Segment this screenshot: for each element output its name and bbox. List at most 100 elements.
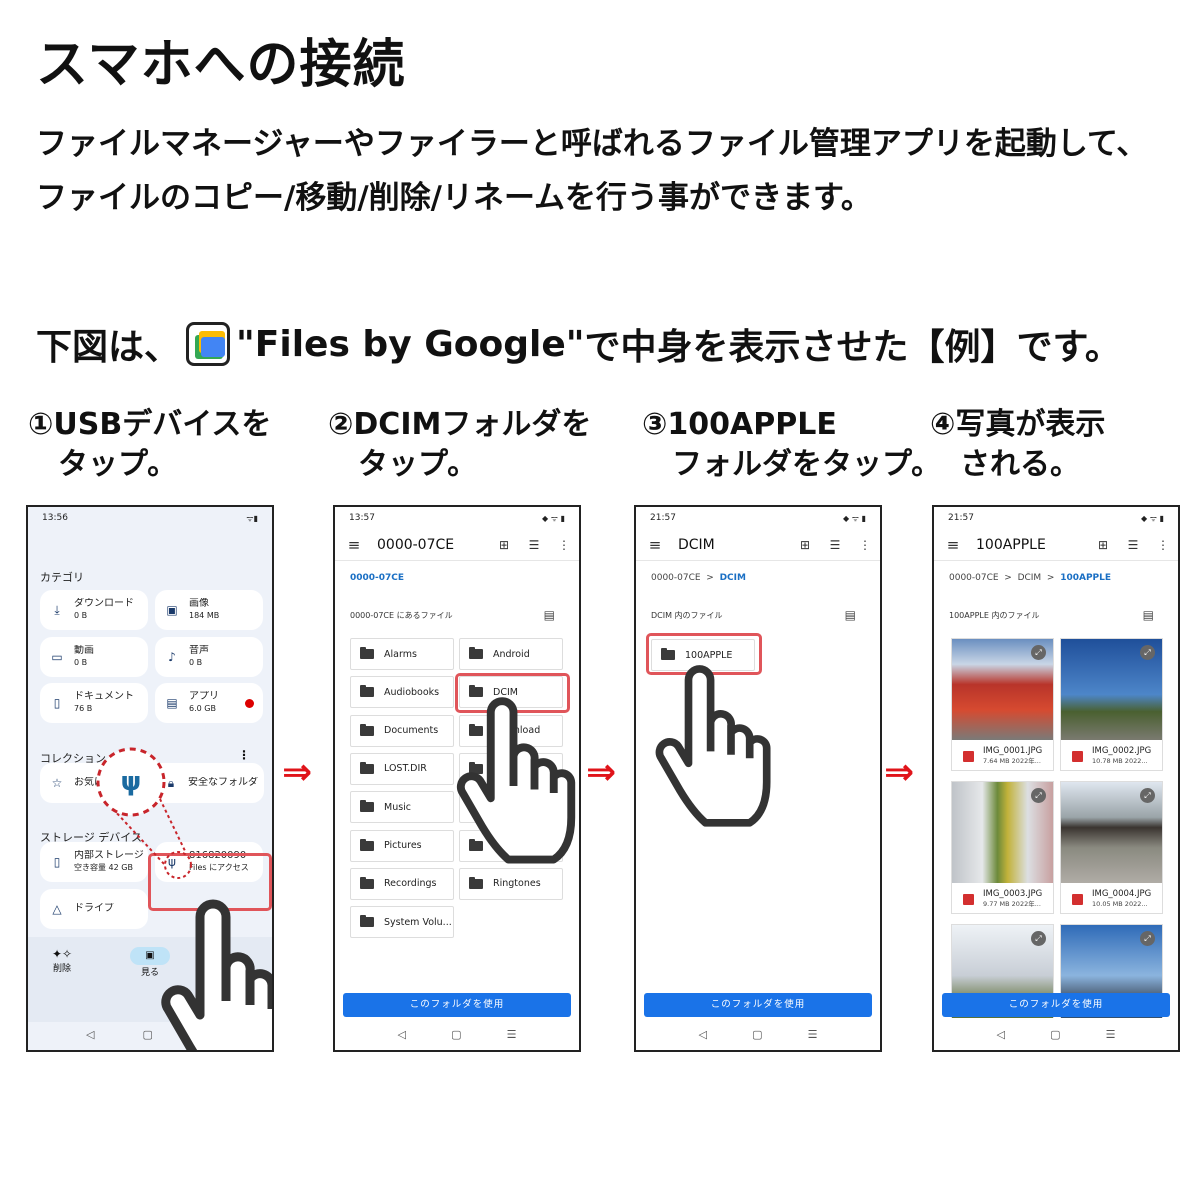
pointing-hand-icon [161, 899, 272, 1050]
phone-screen-4: 21:57 ◆ ᯤ ▮ ≡ 100APPLE ⊞ ☰ ⋮ 0000-07CE >… [932, 505, 1180, 1052]
folder-name: Ringtones [493, 878, 541, 890]
photo-item[interactable]: ⤢ IMG_0001.JPG 7.64 MB 2022年... [951, 638, 1054, 771]
photo-meta: 9.77 MB 2022年... [983, 900, 1041, 908]
folder-item[interactable]: Pictures [350, 829, 454, 862]
status-icons: ◆ ᯤ ▮ [843, 514, 866, 523]
back-button[interactable]: ◁ [699, 1028, 707, 1041]
breadcrumb-item[interactable]: 0000-07CE [350, 573, 404, 583]
expand-icon[interactable]: ⤢ [1140, 788, 1155, 803]
recents-button[interactable]: ☰ [1106, 1028, 1116, 1041]
menu-icon[interactable]: ≡ [934, 536, 972, 554]
folder-name: Documents [384, 725, 439, 737]
home-button[interactable]: ▢ [1050, 1028, 1060, 1041]
recents-button[interactable]: ☰ [808, 1028, 818, 1041]
breadcrumb: 0000-07CE [350, 573, 404, 583]
folder-item[interactable]: Recordings [350, 867, 454, 900]
sort-icon[interactable]: ☰ [820, 538, 850, 552]
back-button[interactable]: ◁ [398, 1028, 406, 1041]
photo-item[interactable]: ⤢ IMG_0004.JPG 10.05 MB 2022... [1060, 781, 1163, 914]
step-2-label: ②DCIMフォルダを タップ。 [328, 407, 592, 482]
folder-item[interactable]: Music [350, 791, 454, 824]
expand-icon[interactable]: ⤢ [1140, 645, 1155, 660]
expand-icon[interactable]: ⤢ [1031, 788, 1046, 803]
folder-title: DCIM [678, 536, 715, 553]
folder-item[interactable]: Alarms [350, 638, 454, 670]
photo-item[interactable]: ⤢ IMG_0003.JPG 9.77 MB 2022年... [951, 781, 1054, 914]
system-nav-bar: ◁ ▢ ☰ [636, 1018, 880, 1050]
folder-item[interactable]: Documents [350, 714, 454, 747]
arrow-2: ⇒ [586, 752, 617, 793]
recents-button[interactable]: ☰ [507, 1028, 517, 1041]
photo-thumbnail: ⤢ [952, 782, 1053, 883]
use-folder-button[interactable]: このフォルダを使用 [644, 993, 872, 1017]
breadcrumb-item[interactable]: 0000-07CE [949, 573, 999, 583]
breadcrumb: 0000-07CE > DCIM [651, 573, 746, 583]
use-folder-button[interactable]: このフォルダを使用 [942, 993, 1170, 1017]
status-icons: ◆ ᯤ ▮ [1141, 514, 1164, 523]
more-vert-icon[interactable]: ⋮ [549, 538, 579, 552]
home-button[interactable]: ▢ [451, 1028, 461, 1041]
photo-name: IMG_0002.JPG [1092, 746, 1152, 756]
intro-prefix: 下図は、 [36, 327, 181, 368]
breadcrumb-item[interactable]: DCIM [1018, 573, 1042, 583]
folder-title: 100APPLE [976, 536, 1046, 553]
photo-item[interactable]: ⤢ IMG_0002.JPG 10.78 MB 2022... [1060, 638, 1163, 771]
photo-thumbnail: ⤢ [952, 639, 1053, 740]
phone-screen-1: 13:56 ᯤ▮ カテゴリ ⤓ ダウンロード 0 B ▣ 画像 184 MB ▭ 動画 0 … [26, 505, 274, 1052]
back-button[interactable]: ◁ [997, 1028, 1005, 1041]
folder-icon [469, 647, 483, 659]
app-bar: ≡ 100APPLE ⊞ ☰ ⋮ [934, 529, 1178, 561]
breadcrumb-item[interactable]: 0000-07CE [651, 573, 701, 583]
status-time: 13:57 [349, 513, 375, 523]
pointing-hand-icon [655, 665, 771, 827]
folder-item[interactable]: System Volu... [350, 906, 454, 939]
photo-name: IMG_0003.JPG [983, 889, 1043, 899]
menu-icon[interactable]: ≡ [335, 536, 373, 554]
folder-name: Music [384, 801, 412, 813]
sort-icon[interactable]: ☰ [1118, 538, 1148, 552]
status-time: 21:57 [948, 513, 974, 523]
new-folder-icon[interactable]: ⊞ [489, 538, 519, 552]
use-folder-button[interactable]: このフォルダを使用 [343, 993, 571, 1017]
folder-name: Pictures [384, 840, 422, 851]
intro-text: 下図は、 "Files by Google" で中身を表示させた【例】です。 [36, 318, 1121, 370]
list-view-icon[interactable]: ▤ [544, 608, 555, 622]
breadcrumb-item[interactable]: DCIM [720, 573, 746, 583]
breadcrumb-item[interactable]: 100APPLE [1060, 573, 1111, 583]
photo-meta: 7.64 MB 2022年... [983, 757, 1041, 765]
folder-icon [360, 800, 374, 813]
folder-name: Android [493, 648, 530, 660]
photo-name: IMG_0001.JPG [983, 746, 1043, 756]
page-title: スマホへの接続 [36, 35, 406, 95]
arrow-1: ⇒ [282, 752, 313, 793]
folder-icon [360, 647, 374, 659]
expand-icon[interactable]: ⤢ [1031, 645, 1046, 660]
home-button[interactable]: ▢ [752, 1028, 762, 1041]
folder-item[interactable]: Audiobooks [350, 676, 454, 709]
folder-item[interactable]: Ringtones [459, 867, 563, 900]
photo-meta: 10.05 MB 2022... [1092, 900, 1148, 908]
system-nav-bar: ◁ ▢ ☰ [335, 1018, 579, 1050]
pointing-hand-icon [456, 697, 576, 864]
menu-icon[interactable]: ≡ [636, 536, 674, 554]
list-view-icon[interactable]: ▤ [1143, 608, 1154, 622]
folder-icon [360, 761, 374, 774]
more-vert-icon[interactable]: ⋮ [850, 538, 880, 552]
new-folder-icon[interactable]: ⊞ [1088, 538, 1118, 552]
folder-item[interactable]: LOST.DIR [350, 752, 454, 785]
image-file-icon [1072, 750, 1083, 762]
sort-icon[interactable]: ☰ [519, 538, 549, 552]
expand-icon[interactable]: ⤢ [1140, 931, 1155, 946]
expand-icon[interactable]: ⤢ [1031, 931, 1046, 946]
intro-suffix: で中身を表示させた【例】です。 [584, 327, 1121, 368]
more-vert-icon[interactable]: ⋮ [1148, 538, 1178, 552]
new-folder-icon[interactable]: ⊞ [790, 538, 820, 552]
files-header: 100APPLE 内のファイル [949, 611, 1040, 620]
arrow-3: ⇒ [884, 752, 915, 793]
step-1-label: ①USBデバイスを タップ。 [28, 407, 272, 482]
folder-item[interactable]: Android [459, 638, 563, 670]
list-view-icon[interactable]: ▤ [845, 608, 856, 622]
status-icons: ◆ ᯤ ▮ [542, 514, 565, 523]
phone-screen-3: 21:57 ◆ ᯤ ▮ ≡ DCIM ⊞ ☰ ⋮ 0000-07CE > DCI… [634, 505, 882, 1052]
folder-name: Audiobooks [384, 686, 440, 698]
